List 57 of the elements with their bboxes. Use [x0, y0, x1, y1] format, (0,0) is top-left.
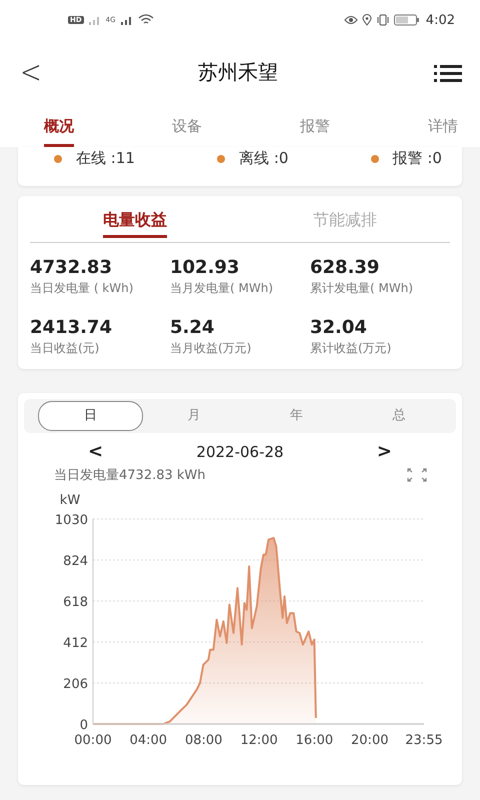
stat-label: 当月发电量( MWh) — [170, 280, 274, 297]
menu-icon[interactable] — [434, 64, 462, 82]
date-label: 2022-06-28 — [196, 442, 284, 460]
status-count: 离线 :0 — [239, 149, 288, 168]
signal-icon — [120, 15, 134, 25]
axis-label: 1030 — [54, 513, 88, 528]
clock-time: 4:02 — [426, 12, 455, 28]
stat-value: 102.93 — [170, 257, 240, 278]
stat-label: 当月收益(万元) — [170, 340, 252, 357]
stat-label: 当日发电量 ( kWh) — [30, 280, 134, 297]
axis-label: 12:00 — [240, 733, 278, 748]
status-count: 在线 :11 — [76, 149, 135, 168]
status-dot — [370, 154, 379, 162]
back-button[interactable]: < — [20, 54, 42, 90]
wifi-icon — [138, 14, 154, 26]
axis-label: 00:00 — [74, 733, 112, 748]
axis-label: 412 — [63, 636, 88, 651]
battery-icon — [394, 14, 420, 26]
signal-icon — [88, 15, 102, 25]
axis-label: 08:00 — [184, 733, 222, 748]
axis-label: 0 — [80, 718, 88, 733]
next-button[interactable]: > — [376, 441, 392, 462]
tab[interactable]: 设备 — [172, 105, 202, 147]
axis-label: 206 — [63, 677, 88, 692]
stat-value: 32.04 — [310, 317, 368, 338]
period-tab[interactable]: 总 — [348, 402, 450, 430]
axis-label: 23:55 — [405, 733, 443, 748]
chart-summary: 当日发电量4732.83 kWh — [54, 467, 206, 484]
stat-label: 当日收益(元) — [30, 340, 100, 357]
eye-icon — [344, 15, 358, 25]
location-icon — [362, 14, 372, 26]
vibrate-icon — [376, 14, 390, 26]
stat-value: 5.24 — [170, 317, 216, 338]
stat-label: 累计收益(万元) — [310, 340, 392, 357]
axis-label: 824 — [63, 554, 88, 569]
tab[interactable]: 详情 — [428, 105, 458, 147]
period-tab[interactable]: 日 — [38, 401, 142, 431]
axis-title: kW — [60, 493, 80, 508]
fullscreen-icon[interactable] — [406, 467, 428, 483]
tab[interactable]: 节能减排 — [240, 210, 450, 242]
stat-value: 4732.83 — [30, 257, 113, 278]
axis-label: 20:00 — [351, 733, 388, 748]
previous-button[interactable]: < — [88, 441, 104, 462]
axis-label: 16:00 — [296, 733, 334, 748]
status-count: 报警 :0 — [392, 149, 442, 168]
period-tab[interactable]: 年 — [245, 402, 348, 430]
status-dot — [217, 154, 226, 162]
axis-label: 618 — [63, 595, 88, 610]
tab[interactable]: 电量收益 — [30, 210, 240, 242]
stat-value: 628.39 — [310, 257, 380, 278]
status-dot — [54, 154, 62, 162]
axis-label: 04:00 — [130, 733, 168, 748]
stat-label: 累计发电量( MWh) — [310, 280, 414, 297]
stat-value: 2413.74 — [30, 317, 113, 338]
period-tab[interactable]: 月 — [142, 402, 245, 430]
page-title: 苏州禾望 — [198, 59, 278, 86]
tab[interactable]: 报警 — [300, 105, 330, 147]
